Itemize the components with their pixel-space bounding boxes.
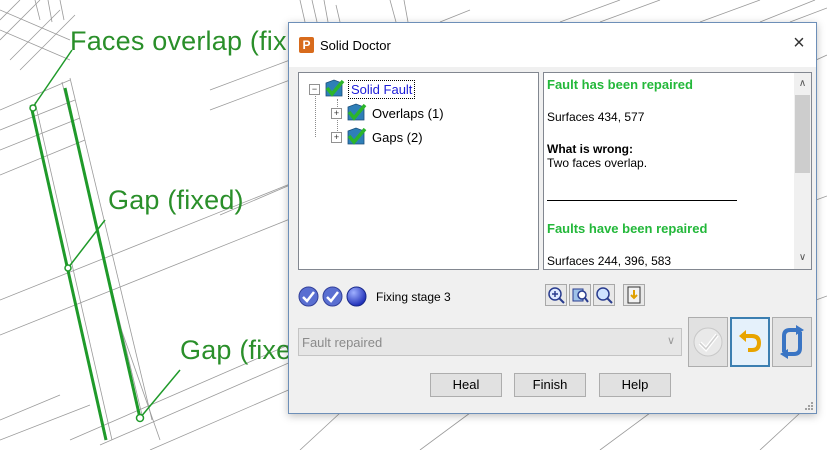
fault-info-panel[interactable]: Fault has been repaired Surfaces 434, 57… — [543, 72, 812, 270]
undo-icon — [739, 330, 762, 352]
export-button[interactable] — [623, 284, 645, 306]
fixing-stage-indicator: Fixing stage 3 — [298, 286, 451, 307]
heal-button[interactable]: Heal — [430, 373, 502, 397]
repair-status-select[interactable]: Fault repaired ∨ — [298, 328, 682, 356]
stage-label: Fixing stage 3 — [376, 289, 451, 304]
info-scrollbar[interactable]: ∧ ∨ — [794, 73, 811, 269]
magnifier-button[interactable] — [593, 284, 615, 306]
scroll-thumb[interactable] — [795, 95, 810, 173]
info-heading-faults-repaired: Faults have been repaired — [547, 221, 708, 236]
dialog-title: Solid Doctor — [320, 38, 391, 53]
info-divider — [547, 200, 737, 201]
check-icon — [347, 127, 367, 145]
solid-doctor-dialog: P Solid Doctor × − Solid Fault + Overlap… — [288, 22, 817, 414]
title-bar: P Solid Doctor × — [289, 23, 816, 67]
info-surfaces-2: Surfaces 244, 396, 583 — [547, 254, 672, 268]
find-icon — [572, 288, 589, 303]
finish-button[interactable]: Finish — [514, 373, 586, 397]
tree-label-gaps: Gaps (2) — [372, 129, 423, 145]
help-button[interactable]: Help — [599, 373, 671, 397]
chevron-down-icon: ∨ — [666, 335, 675, 347]
tree-item-root[interactable]: − Solid Fault — [309, 79, 416, 99]
cad-label-faces-overlap: Faces overlap (fix — [70, 26, 287, 56]
resize-grip-icon[interactable] — [803, 400, 813, 410]
accept-button[interactable] — [688, 317, 728, 367]
check-icon — [347, 103, 367, 121]
scroll-down-icon[interactable]: ∨ — [794, 249, 811, 266]
info-heading-repaired: Fault has been repaired — [547, 77, 693, 92]
find-button[interactable] — [569, 284, 591, 306]
stage-sphere-icon — [346, 286, 367, 307]
export-icon — [627, 286, 641, 304]
cad-label-gap-fixed-2: Gap (fixe — [180, 335, 292, 365]
zoom-in-button[interactable] — [545, 284, 567, 306]
info-surfaces-1: Surfaces 434, 577 — [547, 110, 645, 124]
fault-tree[interactable]: − Solid Fault + Overlaps (1) + Gaps (2) — [298, 72, 539, 270]
repair-status-value: Fault repaired — [302, 335, 383, 350]
refresh-icon — [780, 325, 804, 359]
collapse-icon[interactable]: − — [309, 83, 320, 95]
stage-check-icon — [298, 286, 319, 307]
scroll-up-icon[interactable]: ∧ — [794, 75, 811, 92]
info-what-wrong: What is wrong: — [547, 142, 633, 156]
magnifier-icon — [596, 287, 613, 304]
tree-item-overlaps[interactable]: + Overlaps (1) — [331, 103, 446, 123]
refresh-button[interactable] — [772, 317, 812, 367]
expand-icon[interactable]: + — [331, 131, 342, 143]
accept-icon — [693, 327, 723, 357]
close-button[interactable]: × — [788, 33, 810, 55]
tree-label-overlaps: Overlaps (1) — [372, 105, 444, 121]
tree-label-root: Solid Fault — [348, 79, 416, 99]
expand-icon[interactable]: + — [331, 107, 342, 119]
tree-item-gaps[interactable]: + Gaps (2) — [331, 127, 425, 147]
app-icon: P — [299, 37, 314, 53]
check-icon — [325, 79, 345, 97]
undo-button[interactable] — [730, 317, 770, 367]
cad-label-gap-fixed: Gap (fixed) — [108, 185, 244, 215]
info-description: Two faces overlap. — [547, 156, 648, 170]
view-toolbar — [545, 284, 647, 306]
stage-check-icon — [322, 286, 343, 307]
zoom-in-icon — [548, 287, 565, 304]
